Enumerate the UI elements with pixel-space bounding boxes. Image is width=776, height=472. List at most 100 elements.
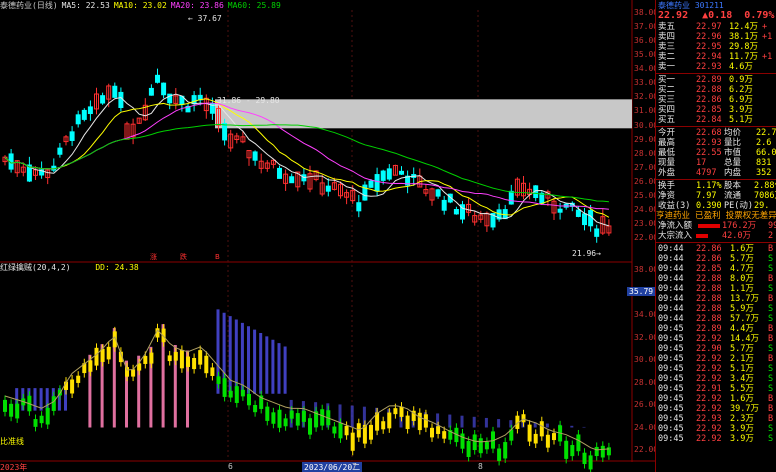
indicator-name: 红绿擒贼(20,4,2): [0, 263, 71, 272]
ask-price: 22.96: [696, 32, 722, 42]
indicator-candle: [350, 432, 355, 451]
stat-value: 7.97: [696, 191, 717, 201]
tick-side: B: [768, 324, 774, 334]
indicator-candle: [94, 347, 99, 366]
indicator-candle: [521, 414, 526, 423]
candle-body: [557, 208, 563, 213]
ma-legend-item: MA5: 22.53: [61, 1, 110, 10]
signal-marker: 跌: [180, 252, 187, 261]
date-month-7: 7: [352, 462, 357, 471]
tick-side: S: [768, 344, 774, 354]
indicator-bar: [259, 333, 263, 394]
chart-area[interactable]: ← 37.67 31.86 - 29.80 21.96→ 涨跌 B 泰德药业(日线) MA…: [0, 0, 659, 472]
tick-time: 09:45: [658, 334, 684, 344]
ma60-line: [4, 123, 609, 203]
indicator-candle: [283, 418, 288, 427]
stat-label: 总量: [724, 158, 742, 168]
bid-row: 买五 22.84 5.1万: [656, 115, 776, 125]
low-label: 21.96→: [572, 249, 601, 258]
indicator-bar: [265, 336, 269, 394]
tick-row: 09:45 22.92 14.4万 B: [656, 334, 776, 344]
indicator-candle: [417, 412, 422, 431]
ask-volume: 12.4万: [729, 22, 758, 32]
candle-body: [380, 170, 386, 181]
candle-body: [148, 87, 154, 96]
news-line[interactable]: 亨迪药业 已盈利 投票权无差异: [656, 211, 776, 221]
indicator-candle: [466, 440, 471, 457]
stat-label: 收益(3): [658, 201, 691, 211]
price-axis-tick: 28.00: [634, 148, 659, 158]
indicator-candle: [301, 410, 306, 422]
tick-volume: 3.9万: [730, 434, 754, 444]
candle-body: [594, 228, 600, 237]
indicator-candle: [497, 448, 502, 461]
indicator-candle: [70, 379, 75, 394]
bid-price: 22.86: [696, 95, 722, 105]
candle-body: [100, 95, 106, 104]
tick-volume: 3.4万: [730, 374, 754, 384]
bid-row: 买三 22.86 6.9万: [656, 95, 776, 105]
tick-row: 09:45 22.92 3.9万 S: [656, 434, 776, 444]
flow-value: 42.0万: [722, 231, 751, 241]
tick-side: B: [768, 414, 774, 424]
tick-row: 09:44 22.88 13.7万 B: [656, 294, 776, 304]
candle-body: [374, 174, 380, 192]
bid-row: 买一 22.89 0.9万: [656, 75, 776, 85]
ask-label: 卖二: [658, 52, 676, 62]
tick-time: 09:45: [658, 394, 684, 404]
current-price: 22.92: [658, 10, 689, 21]
tick-side: S: [768, 254, 774, 264]
date-bar: 2023年 6 2023/06/20二 7 8: [0, 462, 655, 472]
indicator-bar: [582, 426, 586, 428]
price-chart-svg[interactable]: ← 37.67 31.86 - 29.80 21.96→ 涨 跌 B: [0, 0, 655, 472]
indicator-candle: [594, 446, 599, 457]
price-axis-tick: 37.00: [634, 22, 659, 32]
indicator-candle: [308, 418, 312, 435]
candle-body: [582, 213, 587, 226]
tick-side: S: [768, 384, 774, 394]
stat-value: 17: [696, 158, 707, 168]
stat-value: 22.55: [696, 148, 722, 158]
tick-list[interactable]: 09:44 22.86 1.6万 B 09:44 22.86 5.7万 S 09:44 22.85…: [656, 244, 776, 444]
bid-label: 买二: [658, 85, 676, 95]
indicator-candle: [271, 412, 276, 424]
stats-block-2: 换手 1.17%股本 2.88亿净资 7.97 流通 7086万收益(3) 0.390PE(…: [656, 181, 776, 211]
bid-volume: 0.9万: [729, 75, 753, 85]
bid-label: 买三: [658, 95, 676, 105]
indicator-value: DD: 24.38: [95, 263, 139, 272]
tick-time: 09:45: [658, 344, 684, 354]
indicator-candle: [484, 441, 489, 450]
candle-body: [575, 209, 581, 217]
stat-label: 量比: [724, 138, 742, 148]
indicator-candle: [33, 419, 38, 427]
candle-body: [325, 185, 331, 192]
candle-body: [435, 189, 441, 197]
tick-side: B: [768, 294, 774, 304]
tick-time: 09:44: [658, 304, 684, 314]
stock-title: 泰德药业 301211: [658, 1, 724, 10]
price-axis-tick: 30.00: [634, 120, 659, 130]
date-year: 2023年: [0, 463, 28, 472]
ask-volume: 11.7万: [729, 52, 758, 62]
candle-body: [368, 180, 374, 188]
indicator-candle: [344, 425, 349, 436]
stat-value: 66.0: [756, 148, 776, 158]
ask-row: 卖四 22.96 38.1万 +1: [656, 32, 776, 42]
tick-time: 09:45: [658, 384, 684, 394]
tick-side: B: [768, 404, 774, 414]
tick-time: 09:45: [658, 324, 684, 334]
price-axis-tick: 34.00: [634, 64, 659, 74]
tick-volume: 8.0万: [730, 274, 754, 284]
indicator-bar: [472, 416, 476, 428]
ask-label: 卖一: [658, 62, 676, 72]
tick-side: S: [768, 314, 774, 324]
tick-price: 22.92: [696, 334, 722, 344]
bid-book: 买一 22.89 0.9万 买二 22.88 6.2万 买三 22.86 6.9万 买四 22.85…: [656, 75, 776, 125]
ma-legend-item: 泰德药业(日线): [0, 1, 58, 10]
price-axis-tick: 26.00: [634, 176, 659, 186]
indicator-axis-tick: 22.00: [634, 445, 659, 454]
tick-row: 09:44 22.88 1.1万 S: [656, 284, 776, 294]
stat-label: 流通: [724, 191, 742, 201]
indicator-candle: [179, 349, 184, 369]
indicator-candle: [15, 403, 20, 419]
